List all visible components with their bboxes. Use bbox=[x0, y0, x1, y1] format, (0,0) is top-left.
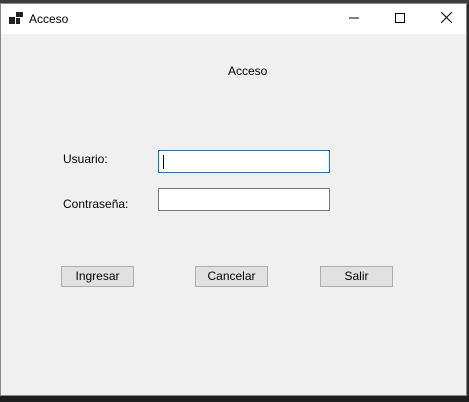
text-caret bbox=[163, 155, 164, 169]
taskbar-edge bbox=[0, 396, 469, 402]
usuario-input[interactable] bbox=[158, 150, 330, 173]
salir-button[interactable]: Salir bbox=[320, 266, 393, 287]
maximize-button[interactable] bbox=[377, 4, 423, 34]
cancelar-button[interactable]: Cancelar bbox=[195, 266, 268, 287]
minimize-icon bbox=[349, 12, 359, 26]
minimize-button[interactable] bbox=[331, 4, 377, 34]
close-button[interactable] bbox=[423, 4, 469, 34]
contrasena-label: Contraseña: bbox=[63, 197, 129, 211]
maximize-icon bbox=[395, 12, 405, 26]
ingresar-button[interactable]: Ingresar bbox=[61, 266, 134, 287]
contrasena-input[interactable] bbox=[158, 188, 330, 211]
title-bar[interactable]: Acceso bbox=[1, 4, 466, 34]
usuario-label: Usuario: bbox=[63, 152, 108, 166]
acceso-window: Acceso Acceso Usuario: Contraseña: Ingre… bbox=[0, 3, 467, 396]
windows-form-icon bbox=[9, 12, 23, 24]
close-icon bbox=[440, 11, 452, 26]
window-title: Acceso bbox=[29, 12, 69, 26]
form-heading: Acceso bbox=[228, 64, 268, 78]
